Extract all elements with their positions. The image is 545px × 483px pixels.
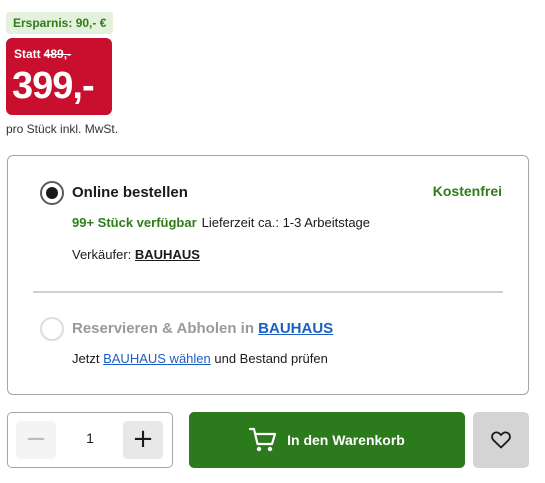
- seller-link[interactable]: BAUHAUS: [135, 247, 200, 262]
- store-hint-suffix: und Bestand prüfen: [214, 351, 328, 366]
- savings-badge: Ersparnis: 90,- €: [6, 12, 114, 34]
- increment-button[interactable]: +: [123, 421, 163, 459]
- store-selection-hint: Jetzt BAUHAUS wählen und Bestand prüfen: [72, 351, 328, 366]
- price-box: Statt 489,- 399,-: [6, 38, 112, 115]
- stock-status: 99+ Stück verfügbar: [72, 215, 197, 230]
- wishlist-button[interactable]: [473, 412, 529, 468]
- old-price: Statt 489,-: [14, 47, 71, 61]
- add-to-cart-label: In den Warenkorb: [287, 432, 405, 448]
- pickup-title-text: Reservieren & Abholen in: [72, 320, 254, 337]
- quantity-stepper: − 1 +: [7, 412, 173, 468]
- store-hint-prefix: Jetzt: [72, 351, 100, 366]
- quantity-input[interactable]: 1: [70, 430, 110, 446]
- price-unit-note: pro Stück inkl. MwSt.: [6, 122, 119, 136]
- current-price: 399,-: [12, 65, 95, 107]
- options-divider: [33, 291, 503, 293]
- pickup-title[interactable]: Reservieren & Abholen in BAUHAUS: [72, 320, 333, 337]
- seller-line: Verkäufer: BAUHAUS: [72, 247, 200, 262]
- pickup-radio[interactable]: [40, 317, 64, 341]
- seller-label: Verkäufer:: [72, 247, 132, 262]
- heart-icon: [491, 431, 511, 449]
- add-to-cart-button[interactable]: In den Warenkorb: [189, 412, 465, 468]
- online-order-title[interactable]: Online bestellen: [72, 184, 188, 201]
- availability-line: 99+ Stück verfügbar Lieferzeit ca.: 1-3 A…: [72, 215, 370, 230]
- old-price-prefix: Statt: [14, 47, 41, 61]
- old-price-value: 489,-: [43, 47, 72, 61]
- shipping-cost-label: Kostenfrei: [432, 183, 502, 199]
- decrement-button[interactable]: −: [16, 421, 56, 459]
- choose-store-link[interactable]: BAUHAUS wählen: [103, 351, 211, 366]
- shopping-cart-icon: [249, 427, 277, 452]
- delivery-time: Lieferzeit ca.: 1-3 Arbeitstage: [201, 215, 371, 230]
- pickup-store-link[interactable]: BAUHAUS: [258, 320, 333, 337]
- online-order-radio[interactable]: [40, 181, 64, 205]
- delivery-options-card: Online bestellen Kostenfrei 99+ Stück ve…: [7, 155, 529, 395]
